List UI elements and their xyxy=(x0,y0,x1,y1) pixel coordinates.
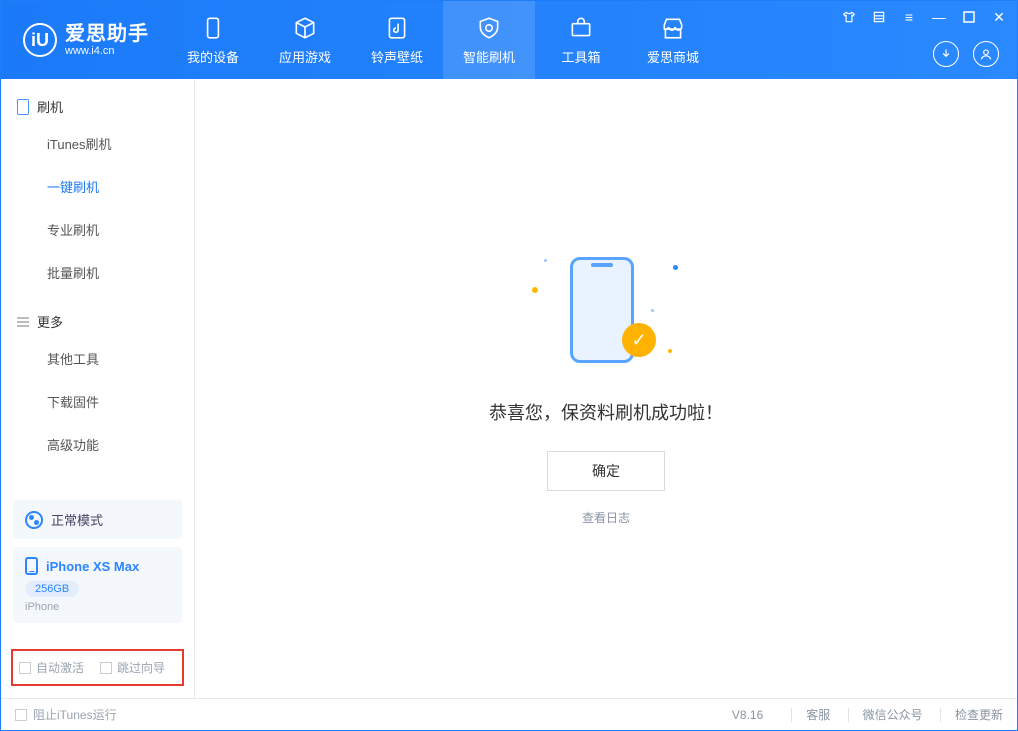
tab-label: 爱思商城 xyxy=(647,47,699,66)
success-message: 恭喜您，保资料刷机成功啦！ xyxy=(489,399,723,425)
main-content: ✓ 恭喜您，保资料刷机成功啦！ 确定 查看日志 xyxy=(195,79,1017,698)
device-icon xyxy=(200,15,226,41)
sidebar-item-download-fw[interactable]: 下载固件 xyxy=(1,380,194,423)
checkbox-label: 自动激活 xyxy=(36,659,84,676)
device-name: iPhone XS Max xyxy=(46,559,139,574)
device-type: iPhone xyxy=(25,601,170,613)
sidebar-item-oneclick-flash[interactable]: 一键刷机 xyxy=(1,165,194,208)
menu-icon[interactable]: ≡ xyxy=(901,9,917,25)
checkbox-skip-wizard[interactable]: 跳过向导 xyxy=(100,659,165,676)
footer-link-wechat[interactable]: 微信公众号 xyxy=(848,708,937,722)
footer-links: 客服 微信公众号 检查更新 xyxy=(791,706,1003,723)
phone-icon xyxy=(25,557,38,575)
window-controls: ≡ — ✕ xyxy=(841,9,1007,25)
sidebar-section-flash: 刷机 iTunes刷机 一键刷机 专业刷机 批量刷机 xyxy=(1,79,194,294)
app-title: 爱思助手 xyxy=(65,23,149,45)
sidebar-section-title: 刷机 xyxy=(37,97,63,116)
tab-label: 应用游戏 xyxy=(279,47,331,66)
tab-label: 我的设备 xyxy=(187,47,239,66)
cube-icon xyxy=(292,15,318,41)
music-icon xyxy=(384,15,410,41)
footer-link-support[interactable]: 客服 xyxy=(791,708,844,722)
success-illustration: ✓ xyxy=(536,251,676,371)
sidebar-header-more: 更多 xyxy=(1,306,194,337)
footer: 阻止iTunes运行 V8.16 客服 微信公众号 检查更新 xyxy=(1,698,1017,730)
maximize-button[interactable] xyxy=(961,9,977,25)
checkmark-badge-icon: ✓ xyxy=(622,323,656,357)
tab-toolbox[interactable]: 工具箱 xyxy=(535,1,627,79)
tab-apps-games[interactable]: 应用游戏 xyxy=(259,1,351,79)
checkbox-prevent-itunes[interactable]: 阻止iTunes运行 xyxy=(15,706,117,723)
tab-store[interactable]: 爱思商城 xyxy=(627,1,719,79)
version-label: V8.16 xyxy=(732,708,763,722)
checkbox-icon xyxy=(100,662,112,674)
sidebar-item-other-tools[interactable]: 其他工具 xyxy=(1,337,194,380)
sidebar-item-batch-flash[interactable]: 批量刷机 xyxy=(1,251,194,294)
app-window: iU 爱思助手 www.i4.cn 我的设备 应用游戏 铃声壁纸 智能刷机 xyxy=(0,0,1018,731)
tshirt-icon[interactable] xyxy=(841,9,857,25)
tab-label: 铃声壁纸 xyxy=(371,47,423,66)
checkbox-icon xyxy=(19,662,31,674)
options-highlight-box: 自动激活 跳过向导 xyxy=(11,649,184,686)
nav-tabs: 我的设备 应用游戏 铃声壁纸 智能刷机 工具箱 爱思商城 xyxy=(167,1,719,79)
logo-icon: iU xyxy=(23,23,57,57)
app-url: www.i4.cn xyxy=(65,45,149,57)
header: iU 爱思助手 www.i4.cn 我的设备 应用游戏 铃声壁纸 智能刷机 xyxy=(1,1,1017,79)
list-icon[interactable] xyxy=(871,9,887,25)
user-button[interactable] xyxy=(973,41,999,67)
sidebar-section-more: 更多 其他工具 下载固件 高级功能 xyxy=(1,294,194,466)
sidebar-section-title: 更多 xyxy=(37,312,63,331)
tab-smart-flash[interactable]: 智能刷机 xyxy=(443,1,535,79)
store-icon xyxy=(660,15,686,41)
tab-label: 智能刷机 xyxy=(463,47,515,66)
device-outline-icon xyxy=(17,99,29,115)
footer-link-update[interactable]: 检查更新 xyxy=(940,708,1003,722)
sidebar: 刷机 iTunes刷机 一键刷机 专业刷机 批量刷机 更多 其他工具 下载固件 … xyxy=(1,79,195,698)
shield-refresh-icon xyxy=(476,15,502,41)
checkbox-icon xyxy=(15,709,27,721)
header-right-icons xyxy=(933,41,999,67)
sidebar-item-itunes-flash[interactable]: iTunes刷机 xyxy=(1,122,194,165)
body: 刷机 iTunes刷机 一键刷机 专业刷机 批量刷机 更多 其他工具 下载固件 … xyxy=(1,79,1017,698)
checkbox-auto-activate[interactable]: 自动激活 xyxy=(19,659,84,676)
checkbox-label: 跳过向导 xyxy=(117,659,165,676)
sidebar-item-pro-flash[interactable]: 专业刷机 xyxy=(1,208,194,251)
mode-icon xyxy=(25,511,43,529)
logo: iU 爱思助手 www.i4.cn xyxy=(1,23,167,57)
close-button[interactable]: ✕ xyxy=(991,9,1007,25)
download-button[interactable] xyxy=(933,41,959,67)
device-card[interactable]: iPhone XS Max 256GB iPhone xyxy=(13,547,182,623)
view-log-link[interactable]: 查看日志 xyxy=(582,509,630,526)
logo-text: 爱思助手 www.i4.cn xyxy=(65,23,149,57)
tab-label: 工具箱 xyxy=(561,47,600,66)
hamburger-icon xyxy=(17,317,29,327)
device-storage: 256GB xyxy=(25,581,79,597)
mode-label: 正常模式 xyxy=(51,510,103,529)
ok-button[interactable]: 确定 xyxy=(547,451,665,491)
toolbox-icon xyxy=(568,15,594,41)
tab-my-device[interactable]: 我的设备 xyxy=(167,1,259,79)
sidebar-item-advanced[interactable]: 高级功能 xyxy=(1,423,194,466)
mode-card[interactable]: 正常模式 xyxy=(13,500,182,539)
checkbox-label: 阻止iTunes运行 xyxy=(33,706,117,723)
minimize-button[interactable]: — xyxy=(931,9,947,25)
tab-ringtone-wallpaper[interactable]: 铃声壁纸 xyxy=(351,1,443,79)
sidebar-header-flash: 刷机 xyxy=(1,91,194,122)
